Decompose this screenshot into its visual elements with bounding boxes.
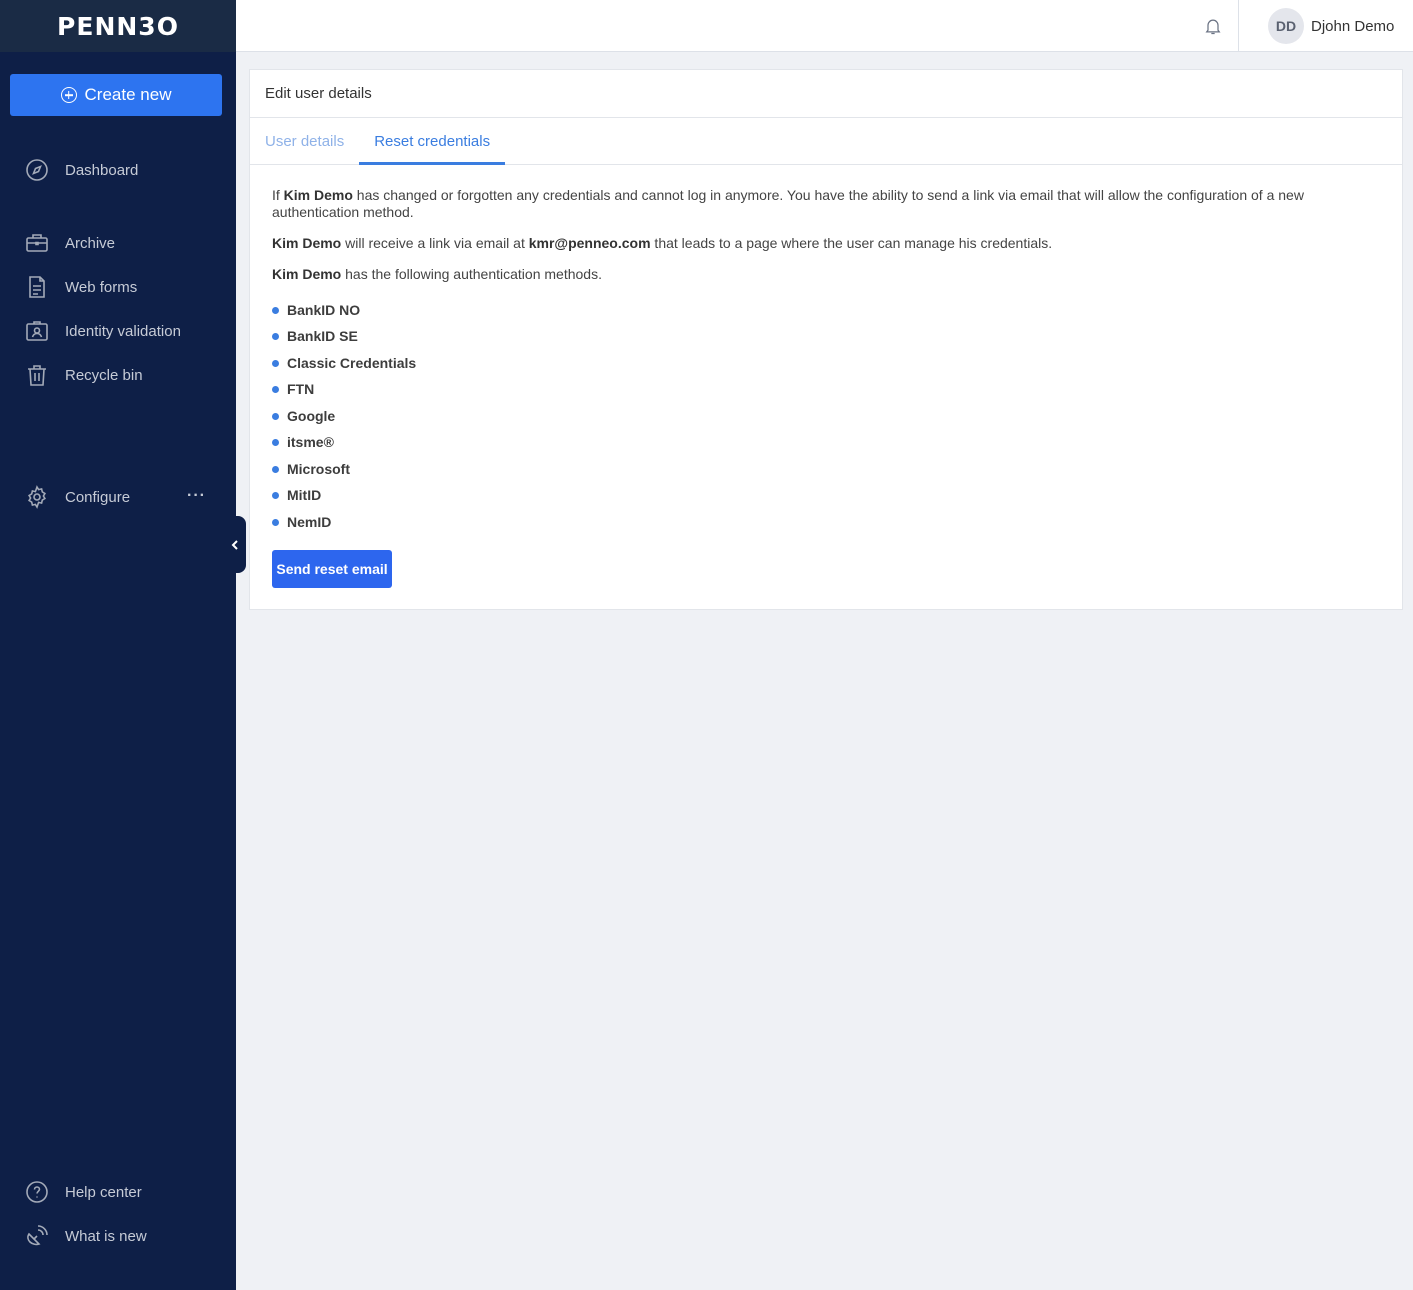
sidebar-item-label: Help center	[65, 1183, 142, 1201]
bullet-dot	[272, 386, 279, 394]
list-item: Microsoft	[272, 456, 1380, 483]
auth-methods-list: BankID NO BankID SE Classic Credentials …	[272, 297, 1380, 536]
user-email: kmr@penneo.com	[528, 235, 651, 251]
list-item: NemID	[272, 509, 1380, 536]
bullet-dot	[272, 359, 279, 367]
methods-paragraph: Kim Demo has the following authenticatio…	[272, 266, 602, 282]
sidebar-item-label: Recycle bin	[65, 366, 143, 384]
bullet-dot	[272, 492, 279, 500]
tab-bar: User details Reset credentials	[250, 118, 1402, 165]
sidebar-item-identity-validation[interactable]: Identity validation	[0, 313, 236, 349]
create-new-button[interactable]: Create new	[10, 74, 222, 116]
user-name-bold: Kim Demo	[283, 187, 353, 203]
user-name-bold: Kim Demo	[272, 266, 342, 282]
user-menu[interactable]: DD Djohn Demo	[1268, 8, 1394, 44]
sidebar-item-label: Identity validation	[65, 322, 181, 340]
compass-icon	[24, 157, 50, 183]
more-options-icon[interactable]: ···	[187, 487, 206, 505]
briefcase-icon	[24, 230, 50, 256]
sidebar-collapse-button[interactable]	[223, 516, 246, 573]
notifications-bell-icon[interactable]	[1203, 16, 1223, 36]
card-title: Edit user details	[250, 70, 1402, 118]
topbar: DD Djohn Demo	[236, 0, 1413, 52]
topbar-divider	[1238, 0, 1239, 52]
sidebar-item-label: Configure	[65, 488, 131, 506]
trash-icon	[24, 362, 50, 388]
bullet-dot	[272, 306, 279, 314]
bullet-dot	[272, 518, 279, 526]
tab-user-details[interactable]: User details	[250, 118, 359, 165]
sidebar-item-label: Dashboard	[65, 161, 139, 179]
sidebar-item-archive[interactable]: Archive	[0, 225, 236, 261]
bullet-dot	[272, 439, 279, 447]
sidebar-item-label: Web forms	[65, 278, 138, 296]
sidebar-item-what-is-new[interactable]: What is new	[0, 1218, 236, 1254]
sidebar: PENN3O Create new Dashboard Archive Web …	[0, 0, 236, 1290]
list-item: itsme®	[272, 430, 1380, 457]
sidebar-item-dashboard[interactable]: Dashboard	[0, 152, 236, 188]
gear-icon	[24, 484, 50, 510]
avatar: DD	[1268, 8, 1304, 44]
user-name: Djohn Demo	[1311, 17, 1395, 35]
list-item: FTN	[272, 377, 1380, 404]
bullet-dot	[272, 465, 279, 473]
send-reset-email-button[interactable]: Send reset email	[272, 550, 392, 588]
email-paragraph: Kim Demo will receive a link via email a…	[272, 235, 1053, 251]
sidebar-item-help-center[interactable]: Help center	[0, 1174, 236, 1210]
tab-reset-credentials[interactable]: Reset credentials	[359, 118, 506, 165]
plus-circle-icon	[60, 87, 77, 103]
list-item: Classic Credentials	[272, 350, 1380, 377]
id-badge-icon	[24, 318, 50, 344]
list-item: BankID SE	[272, 324, 1380, 351]
user-name-bold: Kim Demo	[272, 235, 342, 251]
create-new-label: Create new	[84, 85, 172, 104]
chevron-left-icon	[231, 539, 238, 550]
sidebar-item-label: Archive	[65, 234, 116, 252]
list-item: Google	[272, 403, 1380, 430]
edit-user-card: Edit user details User details Reset cre…	[249, 69, 1403, 610]
reset-credentials-content: If Kim Demo has changed or forgotten any…	[250, 165, 1402, 536]
logo-area: PENN3O	[0, 0, 236, 52]
intro-paragraph: If Kim Demo has changed or forgotten any…	[272, 187, 1304, 220]
sidebar-item-configure[interactable]: Configure ···	[0, 479, 236, 515]
satellite-icon	[24, 1223, 50, 1249]
document-icon	[24, 274, 50, 300]
list-item: MitID	[272, 483, 1380, 510]
bullet-dot	[272, 412, 279, 420]
question-icon	[24, 1179, 50, 1205]
sidebar-item-label: What is new	[65, 1227, 147, 1245]
bullet-dot	[272, 333, 279, 341]
sidebar-item-web-forms[interactable]: Web forms	[0, 269, 236, 305]
list-item: BankID NO	[272, 297, 1380, 324]
penneo-logo[interactable]: PENN3O	[57, 12, 179, 41]
sidebar-item-recycle-bin[interactable]: Recycle bin	[0, 357, 236, 393]
